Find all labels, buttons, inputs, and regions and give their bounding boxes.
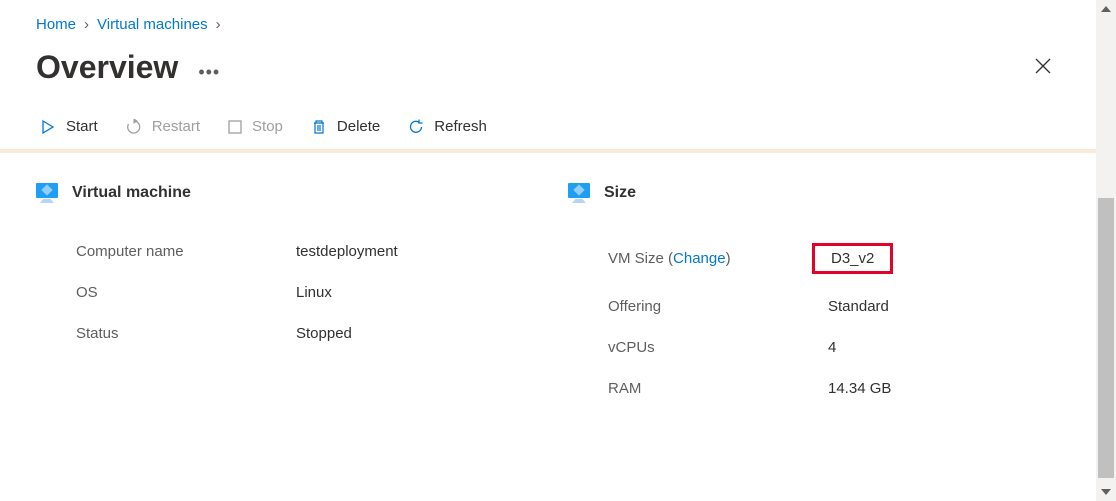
value-vcpus: 4 xyxy=(828,339,836,356)
close-button[interactable] xyxy=(1034,57,1052,78)
restart-icon xyxy=(126,119,142,135)
value-vm-size: D3_v2 xyxy=(828,243,893,274)
label-vm-size: VM Size (Change) xyxy=(608,250,828,267)
label-offering: Offering xyxy=(608,298,828,315)
row-os: OS Linux xyxy=(36,272,528,313)
vm-size-highlight: D3_v2 xyxy=(812,243,893,274)
vm-heading: Virtual machine xyxy=(72,184,191,202)
value-computer-name: testdeployment xyxy=(296,243,398,260)
label-status: Status xyxy=(76,325,296,342)
value-os: Linux xyxy=(296,284,332,301)
chevron-right-icon: › xyxy=(84,16,89,33)
breadcrumb-virtual-machines[interactable]: Virtual machines xyxy=(97,16,208,33)
refresh-button[interactable]: Refresh xyxy=(408,118,487,135)
scroll-up-icon[interactable] xyxy=(1101,6,1111,12)
label-computer-name: Computer name xyxy=(76,243,296,260)
start-label: Start xyxy=(66,118,98,135)
size-section: Size VM Size (Change) D3_v2 Offering Sta… xyxy=(568,183,1060,409)
stop-icon xyxy=(228,120,242,134)
scroll-down-icon[interactable] xyxy=(1101,489,1111,495)
refresh-label: Refresh xyxy=(434,118,487,135)
row-vcpus: vCPUs 4 xyxy=(568,327,1060,368)
more-actions-button[interactable]: ••• xyxy=(198,55,220,81)
vm-icon xyxy=(568,183,590,203)
row-ram: RAM 14.34 GB xyxy=(568,368,1060,409)
page-title: Overview xyxy=(36,49,178,86)
delete-label: Delete xyxy=(337,118,380,135)
trash-icon xyxy=(311,119,327,135)
breadcrumb-home[interactable]: Home xyxy=(36,16,76,33)
scroll-thumb[interactable] xyxy=(1098,198,1114,478)
size-heading: Size xyxy=(604,184,636,202)
row-offering: Offering Standard xyxy=(568,286,1060,327)
toolbar: Start Restart Stop Delete Refresh xyxy=(0,110,1096,153)
close-icon xyxy=(1034,57,1052,75)
row-vm-size: VM Size (Change) D3_v2 xyxy=(568,231,1060,286)
chevron-right-icon: › xyxy=(216,16,221,33)
breadcrumb: Home › Virtual machines › xyxy=(0,0,1096,41)
value-status: Stopped xyxy=(296,325,352,342)
refresh-icon xyxy=(408,119,424,135)
value-ram: 14.34 GB xyxy=(828,380,891,397)
label-ram: RAM xyxy=(608,380,828,397)
stop-label: Stop xyxy=(252,118,283,135)
virtual-machine-section: Virtual machine Computer name testdeploy… xyxy=(36,183,528,409)
label-os: OS xyxy=(76,284,296,301)
row-status: Status Stopped xyxy=(36,313,528,354)
play-icon xyxy=(40,119,56,135)
label-vcpus: vCPUs xyxy=(608,339,828,356)
vm-icon xyxy=(36,183,58,203)
change-size-link[interactable]: Change xyxy=(673,250,726,267)
scrollbar[interactable] xyxy=(1096,0,1116,501)
restart-button: Restart xyxy=(126,118,200,135)
value-offering: Standard xyxy=(828,298,889,315)
stop-button: Stop xyxy=(228,118,283,135)
row-computer-name: Computer name testdeployment xyxy=(36,231,528,272)
restart-label: Restart xyxy=(152,118,200,135)
start-button[interactable]: Start xyxy=(40,118,98,135)
delete-button[interactable]: Delete xyxy=(311,118,380,135)
